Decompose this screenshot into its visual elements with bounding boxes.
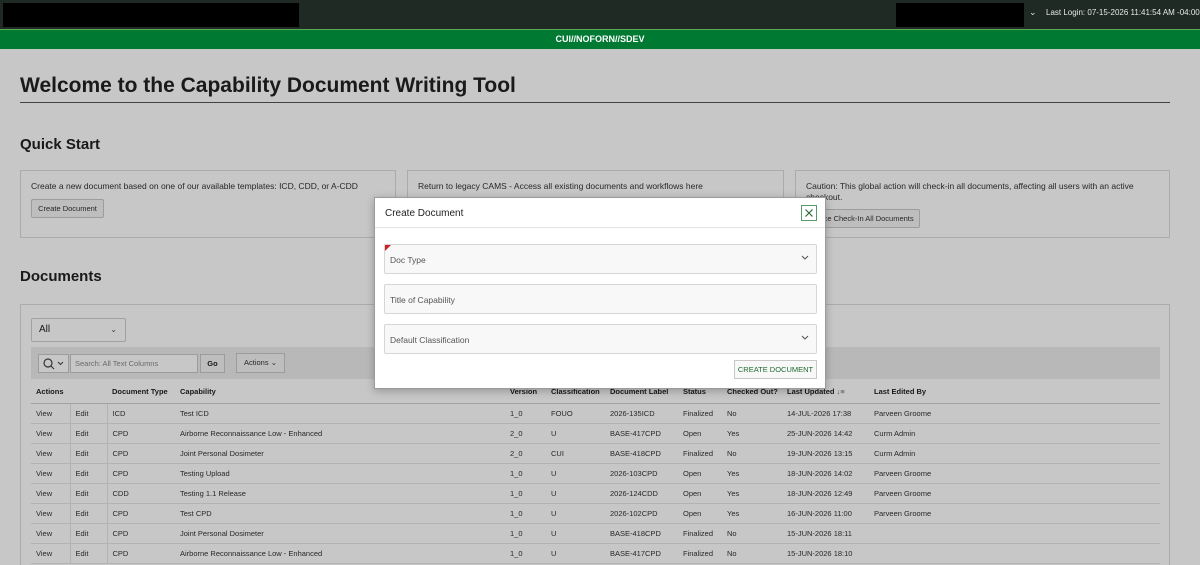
create-document-dialog: Create Document Doc Type Title of Capabi… bbox=[374, 197, 826, 389]
create-document-submit-button[interactable]: CREATE DOCUMENT bbox=[734, 360, 817, 379]
dialog-title: Create Document bbox=[385, 208, 464, 219]
user-menu-chevron-icon[interactable]: ⌄ bbox=[1029, 8, 1037, 18]
chevron-down-icon bbox=[801, 335, 809, 340]
default-classification-label: Default Classification bbox=[390, 335, 470, 345]
classification-banner: CUI//NOFORN//SDEV bbox=[0, 29, 1200, 49]
close-icon bbox=[805, 209, 813, 217]
title-of-capability-input[interactable]: Title of Capability bbox=[384, 284, 817, 314]
doc-type-label: Doc Type bbox=[390, 255, 426, 265]
dialog-header: Create Document bbox=[375, 198, 825, 228]
redacted-user-name[interactable] bbox=[896, 3, 1024, 27]
doc-type-select[interactable]: Doc Type bbox=[384, 244, 817, 274]
redacted-app-name bbox=[3, 3, 299, 27]
close-button[interactable] bbox=[801, 205, 817, 221]
top-bar: ⌄ Last Login: 07-15-2026 11:41:54 AM -04… bbox=[0, 0, 1200, 29]
default-classification-select[interactable]: Default Classification bbox=[384, 324, 817, 354]
chevron-down-icon bbox=[801, 255, 809, 260]
last-login-text: Last Login: 07-15-2026 11:41:54 AM -04:0… bbox=[1046, 8, 1200, 17]
required-indicator bbox=[385, 245, 391, 251]
title-of-capability-label: Title of Capability bbox=[390, 295, 455, 305]
